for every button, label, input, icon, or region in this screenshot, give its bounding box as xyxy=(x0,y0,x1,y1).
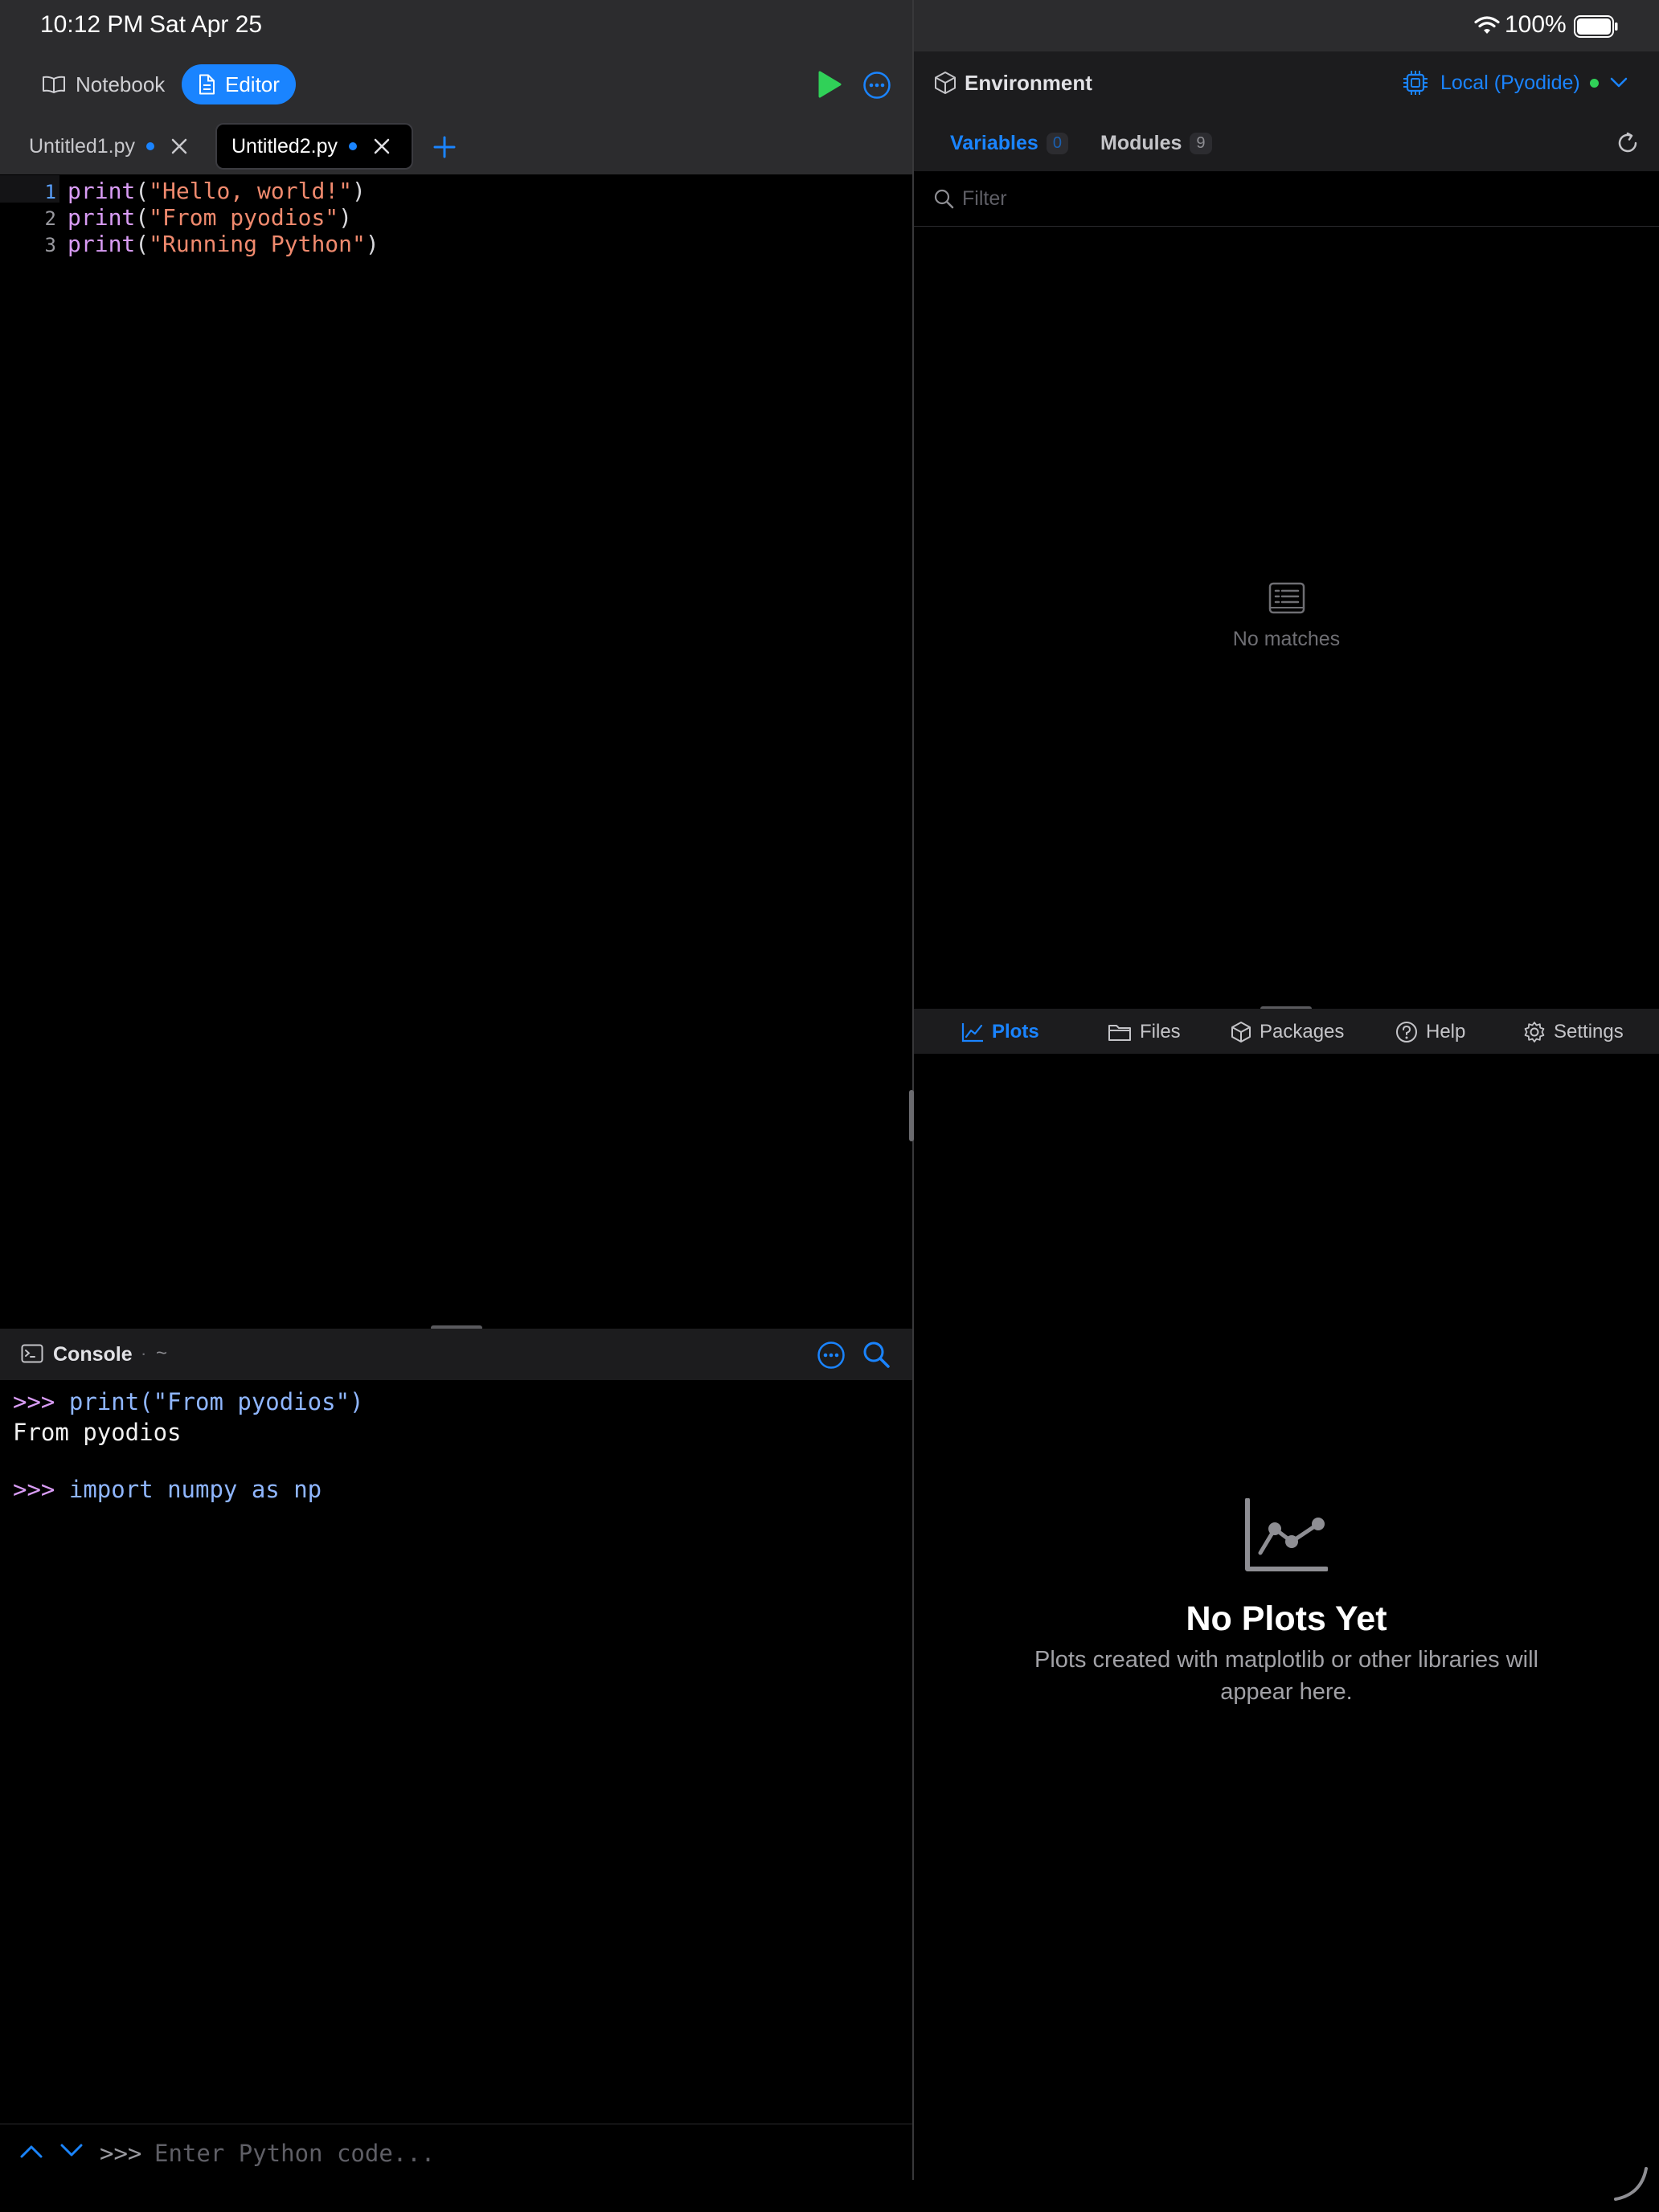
cube-icon xyxy=(934,71,956,95)
console-separator: · xyxy=(141,1343,147,1363)
tab-untitled2[interactable]: Untitled2.py xyxy=(215,123,413,170)
new-tab-button[interactable] xyxy=(432,135,457,159)
console-input-line: >>> print("From pyodios") xyxy=(13,1388,364,1415)
console-input-line: >>> import numpy as np xyxy=(13,1476,322,1503)
code-function: print xyxy=(68,178,136,204)
more-options-button[interactable] xyxy=(862,71,891,100)
history-down-button[interactable] xyxy=(59,2143,84,2159)
history-up-button[interactable] xyxy=(19,2143,43,2159)
refresh-button[interactable] xyxy=(1616,131,1640,155)
cube-icon xyxy=(1231,1021,1260,1043)
modified-dot-icon xyxy=(146,142,155,150)
notebook-mode-button[interactable]: Notebook xyxy=(24,64,182,104)
console-header: Console · ~ xyxy=(0,1329,912,1380)
tab-label: Variables xyxy=(950,131,1038,154)
line-number: 3 xyxy=(44,234,56,256)
console-path: ~ xyxy=(156,1342,168,1364)
chart-icon xyxy=(961,1022,992,1043)
code-string: "Running Python" xyxy=(149,231,366,257)
refresh-icon xyxy=(1616,131,1640,155)
plots-empty-title: No Plots Yet xyxy=(1186,1600,1387,1638)
document-icon xyxy=(198,74,225,95)
terminal-icon xyxy=(21,1344,43,1363)
notebook-label: Notebook xyxy=(76,72,166,96)
tab-label: Untitled1.py xyxy=(29,134,136,158)
tab-modules[interactable]: Modules 9 xyxy=(1100,129,1212,158)
code-editor[interactable]: 1 print("Hello, world!") 2 print("From p… xyxy=(0,174,912,1329)
tab-label: Packages xyxy=(1260,1021,1345,1043)
tab-packages[interactable]: Packages xyxy=(1231,1019,1344,1045)
play-icon xyxy=(817,70,842,99)
tab-label: Settings xyxy=(1554,1021,1624,1043)
tab-label: Plots xyxy=(992,1021,1039,1043)
pane-resize-handle[interactable] xyxy=(909,1090,914,1141)
tab-settings[interactable]: Settings xyxy=(1523,1019,1624,1045)
folder-icon xyxy=(1108,1022,1140,1042)
console-input-prompt: >>> xyxy=(100,2140,142,2167)
filter-input[interactable]: Filter xyxy=(962,187,1007,211)
tab-variables[interactable]: Variables 0 xyxy=(950,129,1068,158)
console-output-line: From pyodios xyxy=(13,1419,182,1446)
close-tab-button[interactable] xyxy=(170,137,188,155)
filter-bar: Filter xyxy=(914,171,1659,227)
code-function: print xyxy=(68,204,136,231)
question-icon xyxy=(1395,1021,1426,1043)
plots-empty-subtitle-line1: Plots created with matplotlib or other l… xyxy=(1034,1647,1538,1673)
variables-count-badge: 0 xyxy=(1046,132,1068,154)
tab-label: Modules xyxy=(1100,131,1182,154)
kernel-status-dot-icon xyxy=(1589,78,1599,88)
plus-icon xyxy=(432,135,457,159)
status-date: Sat Apr 25 xyxy=(150,11,263,38)
code-string: "Hello, world!" xyxy=(149,178,353,204)
plots-empty-subtitle-line2: appear here. xyxy=(1220,1679,1353,1705)
gear-icon xyxy=(1523,1021,1554,1043)
kernel-selector[interactable]: Local (Pyodide) xyxy=(1402,68,1628,97)
code-function: print xyxy=(68,231,136,257)
ellipsis-circle-icon xyxy=(817,1341,846,1370)
tab-plots[interactable]: Plots xyxy=(961,1019,1039,1045)
run-button[interactable] xyxy=(817,70,842,99)
tab-label: Untitled2.py xyxy=(231,134,338,158)
tab-help[interactable]: Help xyxy=(1395,1019,1465,1045)
line-number: 1 xyxy=(44,181,56,203)
tab-label: Help xyxy=(1426,1021,1466,1043)
code-line: 1 print("Hello, world!") xyxy=(0,178,912,205)
editor-mode-button[interactable]: Editor xyxy=(182,64,296,104)
console-options-button[interactable] xyxy=(817,1341,846,1370)
chevron-up-icon xyxy=(19,2143,43,2159)
status-time: 10:12 PM xyxy=(40,11,144,38)
code-line: 3 print("Running Python") xyxy=(0,231,912,258)
environment-title: Environment xyxy=(965,71,1092,95)
search-icon xyxy=(862,1340,891,1369)
battery-percent: 100% xyxy=(1505,11,1567,38)
console-search-button[interactable] xyxy=(862,1340,891,1369)
kernel-name: Local (Pyodide) xyxy=(1440,71,1580,94)
modules-count-badge: 9 xyxy=(1190,132,1212,154)
resize-grip-icon[interactable] xyxy=(1611,2164,1651,2204)
console-input-field[interactable]: Enter Python code... xyxy=(154,2140,435,2167)
console-input-bar: >>> Enter Python code... xyxy=(0,2124,912,2181)
tab-files[interactable]: Files xyxy=(1108,1019,1181,1045)
code-string: "From pyodios" xyxy=(149,204,339,231)
book-icon xyxy=(42,75,76,94)
line-number: 2 xyxy=(44,207,56,230)
battery-icon xyxy=(1574,15,1619,38)
chevron-down-icon xyxy=(1610,77,1628,88)
line-chart-icon xyxy=(1244,1498,1328,1572)
tab-label: Files xyxy=(1140,1021,1181,1043)
chevron-down-icon xyxy=(59,2143,84,2159)
code-line: 2 print("From pyodios") xyxy=(0,204,912,231)
wifi-icon xyxy=(1474,16,1500,35)
cpu-chip-icon xyxy=(1402,69,1429,96)
tab-untitled1[interactable]: Untitled1.py xyxy=(14,124,201,169)
ellipsis-circle-icon xyxy=(862,71,891,100)
console-output: >>> print("From pyodios") From pyodios >… xyxy=(0,1380,912,2124)
editor-label: Editor xyxy=(225,72,280,96)
close-tab-button[interactable] xyxy=(373,137,391,155)
search-icon xyxy=(933,188,954,209)
console-title: Console xyxy=(53,1343,133,1366)
variables-empty-message: No matches xyxy=(1232,628,1341,650)
modified-dot-icon xyxy=(349,142,358,150)
list-icon xyxy=(1268,582,1305,614)
